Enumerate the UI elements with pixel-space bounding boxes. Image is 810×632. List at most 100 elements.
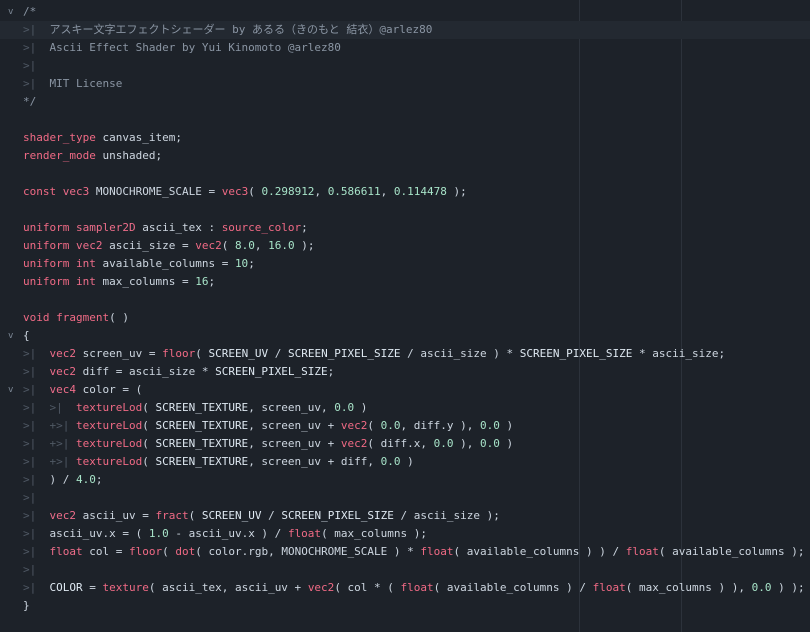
code-line[interactable]: shader_type canvas_item; <box>0 129 810 147</box>
function-token: vec3 <box>221 185 249 198</box>
code-line[interactable]: >| ascii_uv.x = ( 1.0 - ascii_uv.x ) / f… <box>0 525 810 543</box>
function-token: floor <box>162 347 196 360</box>
tab-marker: >| <box>23 59 37 72</box>
code-line[interactable]: >| vec2 screen_uv = floor( SCREEN_UV / S… <box>0 345 810 363</box>
fold-arrow-icon[interactable]: v <box>8 327 20 345</box>
code-text[interactable]: uniform sampler2D ascii_tex : source_col… <box>23 219 308 237</box>
code-line[interactable]: uniform vec2 ascii_size = vec2( 8.0, 16.… <box>0 237 810 255</box>
function-token: fragment <box>56 311 110 324</box>
code-text[interactable]: >| ascii_uv.x = ( 1.0 - ascii_uv.x ) / f… <box>23 525 427 543</box>
code-line[interactable]: >| +>| textureLod( SCREEN_TEXTURE, scree… <box>0 453 810 471</box>
code-text[interactable]: >| MIT License <box>23 75 122 93</box>
tab-marker: >| +>| <box>23 455 76 468</box>
code-line[interactable]: render_mode unshaded; <box>0 147 810 165</box>
code-line[interactable]: v >| vec4 color = ( <box>0 381 810 399</box>
fold-arrow-icon[interactable]: v <box>8 3 20 21</box>
code-line[interactable]: >| >| textureLod( SCREEN_TEXTURE, screen… <box>0 399 810 417</box>
code-token: { <box>23 329 30 342</box>
code-token: screen_uv = <box>76 347 163 360</box>
code-token: ascii_tex : <box>135 221 222 234</box>
code-line[interactable]: const vec3 MONOCHROME_SCALE = vec3( 0.29… <box>0 183 810 201</box>
type-token: vec2 <box>75 239 103 252</box>
code-text[interactable]: void fragment( ) <box>23 309 129 327</box>
code-text[interactable]: >| +>| textureLod( SCREEN_TEXTURE, scree… <box>23 435 513 453</box>
code-text[interactable]: >| <box>23 561 36 579</box>
code-line[interactable]: */ <box>0 93 810 111</box>
code-line[interactable]: void fragment( ) <box>0 309 810 327</box>
code-line[interactable]: >| +>| textureLod( SCREEN_TEXTURE, scree… <box>0 435 810 453</box>
code-line[interactable]: >| <box>0 57 810 75</box>
number-token: 16 <box>195 275 209 288</box>
code-token: ( col * ( <box>334 581 401 594</box>
code-text[interactable]: >| >| textureLod( SCREEN_TEXTURE, screen… <box>23 399 367 417</box>
code-line[interactable]: >| vec2 diff = ascii_size * SCREEN_PIXEL… <box>0 363 810 381</box>
code-line[interactable]: >| float col = floor( dot( color.rgb, MO… <box>0 543 810 561</box>
number-token: 4.0 <box>76 473 96 486</box>
code-text[interactable]: uniform int available_columns = 10; <box>23 255 255 273</box>
code-editor[interactable]: v/* >| アスキー文字エフェクトシェーダー by あるる（きのもと 結衣）@a… <box>0 0 810 632</box>
code-line[interactable]: uniform int max_columns = 16; <box>0 273 810 291</box>
code-line[interactable]: >| Ascii Effect Shader by Yui Kinomoto @… <box>0 39 810 57</box>
code-line[interactable]: uniform int available_columns = 10; <box>0 255 810 273</box>
function-token: textureLod <box>75 419 143 432</box>
code-line[interactable]: >| <box>0 561 810 579</box>
code-token: col = <box>82 545 129 558</box>
code-text[interactable]: >| アスキー文字エフェクトシェーダー by あるる（きのもと 結衣）@arle… <box>23 21 432 39</box>
code-text[interactable]: >| COLOR = texture( ascii_tex, ascii_uv … <box>23 579 805 597</box>
code-token: ( <box>142 437 156 450</box>
code-text[interactable]: const vec3 MONOCHROME_SCALE = vec3( 0.29… <box>23 183 467 201</box>
code-text[interactable]: /* <box>23 3 36 21</box>
code-text[interactable]: >| vec2 screen_uv = floor( SCREEN_UV / S… <box>23 345 725 363</box>
code-text[interactable]: shader_type canvas_item; <box>23 129 182 147</box>
tab-marker: >| <box>23 383 50 396</box>
code-text[interactable]: { <box>23 327 30 345</box>
code-line[interactable]: >| MIT License <box>0 75 810 93</box>
number-token: 0.0 <box>380 455 401 468</box>
code-line[interactable]: >| vec2 ascii_uv = fract( SCREEN_UV / SC… <box>0 507 810 525</box>
code-text[interactable]: >| vec2 ascii_uv = fract( SCREEN_UV / SC… <box>23 507 500 525</box>
code-text[interactable]: >| float col = floor( dot( color.rgb, MO… <box>23 543 805 561</box>
code-line[interactable] <box>0 201 810 219</box>
code-line[interactable]: } <box>0 597 810 615</box>
code-line[interactable]: uniform sampler2D ascii_tex : source_col… <box>0 219 810 237</box>
code-text[interactable]: >| Ascii Effect Shader by Yui Kinomoto @… <box>23 39 341 57</box>
code-line[interactable] <box>0 291 810 309</box>
code-token: ( ) <box>109 311 129 324</box>
code-text[interactable]: */ <box>23 93 36 111</box>
code-line[interactable]: >| COLOR = texture( ascii_tex, ascii_uv … <box>0 579 810 597</box>
code-text[interactable]: uniform int max_columns = 16; <box>23 273 215 291</box>
code-text[interactable]: >| +>| textureLod( SCREEN_TEXTURE, scree… <box>23 417 513 435</box>
code-token: ; <box>301 221 308 234</box>
number-token: 0.0 <box>433 437 454 450</box>
type-token: sampler2D <box>75 221 136 234</box>
code-line[interactable]: >| アスキー文字エフェクトシェーダー by あるる（きのもと 結衣）@arle… <box>0 21 810 39</box>
code-line[interactable]: v/* <box>0 3 810 21</box>
code-token: available_columns = <box>95 257 235 270</box>
code-text[interactable]: >| <box>23 57 36 75</box>
code-text[interactable]: render_mode unshaded; <box>23 147 162 165</box>
code-text[interactable]: >| ) / 4.0; <box>23 471 103 489</box>
code-token: ( <box>367 419 381 432</box>
code-token: canvas_item; <box>95 131 182 144</box>
code-text[interactable]: uniform vec2 ascii_size = vec2( 8.0, 16.… <box>23 237 314 255</box>
tab-marker: >| <box>23 41 50 54</box>
function-token: floor <box>128 545 163 558</box>
code-text[interactable]: >| vec2 diff = ascii_size * SCREEN_PIXEL… <box>23 363 334 381</box>
tab-marker: >| <box>23 527 50 540</box>
code-line[interactable]: >| +>| textureLod( SCREEN_TEXTURE, scree… <box>0 417 810 435</box>
code-token: } <box>23 599 30 612</box>
code-text[interactable]: >| vec4 color = ( <box>23 381 142 399</box>
builtin-token: COLOR <box>49 581 83 594</box>
code-text[interactable]: >| +>| textureLod( SCREEN_TEXTURE, scree… <box>23 453 414 471</box>
code-line[interactable] <box>0 165 810 183</box>
code-text[interactable]: >| <box>23 489 36 507</box>
code-line[interactable]: v{ <box>0 327 810 345</box>
code-line[interactable] <box>0 111 810 129</box>
code-line[interactable]: >| <box>0 489 810 507</box>
code-text[interactable]: } <box>23 597 30 615</box>
fold-arrow-icon[interactable]: v <box>8 381 20 399</box>
keyword-token: shader_type <box>23 131 96 144</box>
code-line[interactable]: >| ) / 4.0; <box>0 471 810 489</box>
function-token: textureLod <box>75 437 143 450</box>
